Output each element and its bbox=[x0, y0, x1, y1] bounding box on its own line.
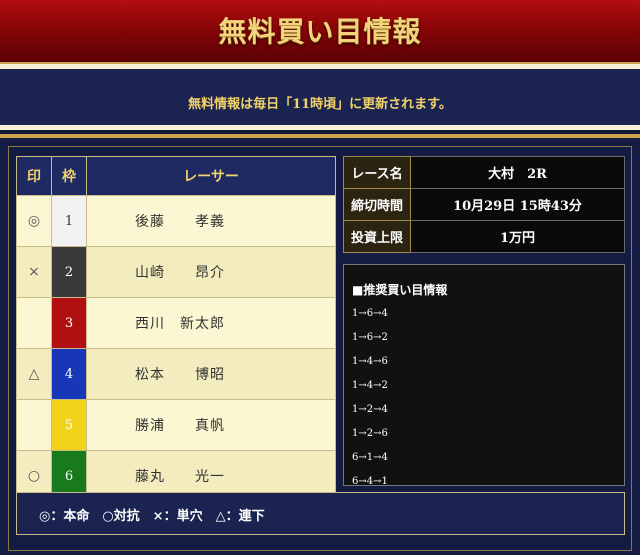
notice-text: 無料情報は毎日「11時頃」に更新されます。 bbox=[188, 97, 452, 112]
racer-row: 3 西川 新太郎 bbox=[16, 297, 336, 349]
page-title: 無料買い目情報 bbox=[218, 15, 422, 48]
bet-combination: 6→1→4 bbox=[352, 452, 388, 463]
investment-limit-label: 投資上限 bbox=[343, 220, 411, 253]
racer-name: 松本 博昭 bbox=[86, 348, 336, 400]
race-info-row: 締切時間 10月29日 15時43分 bbox=[343, 188, 625, 221]
racer-row: ◎ 1 後藤 孝義 bbox=[16, 195, 336, 247]
recommended-bets-box: ■推奨買い目情報 1→6→4 1→6→2 1→4→6 1→4→2 1→2→4 1… bbox=[343, 264, 625, 486]
prediction-mark bbox=[16, 297, 52, 349]
header-banner: 無料買い目情報 bbox=[0, 0, 640, 64]
bet-combination: 1→2→4 bbox=[352, 404, 388, 415]
prediction-mark: × bbox=[16, 246, 52, 298]
mark-legend: ◎：本命 ○対抗 ×：単穴 △：連下 bbox=[16, 492, 625, 535]
race-info-table: レース名 大村 2R 締切時間 10月29日 15時43分 投資上限 1万円 bbox=[343, 156, 625, 253]
deadline-value: 10月29日 15時43分 bbox=[410, 188, 625, 221]
frame-number: 4 bbox=[51, 348, 87, 400]
racer-row: △ 4 松本 博昭 bbox=[16, 348, 336, 400]
bet-combination: 1→2→6 bbox=[352, 428, 388, 439]
frame-number: 2 bbox=[51, 246, 87, 298]
race-info-row: レース名 大村 2R bbox=[343, 156, 625, 189]
update-notice: 無料情報は毎日「11時頃」に更新されます。 bbox=[0, 64, 640, 130]
recommended-bets-title: ■推奨買い目情報 bbox=[352, 283, 448, 297]
race-name-value: 大村 2R bbox=[410, 156, 625, 189]
racer-name: 西川 新太郎 bbox=[86, 297, 336, 349]
racer-row: × 2 山崎 昂介 bbox=[16, 246, 336, 298]
frame-number: 5 bbox=[51, 399, 87, 451]
racer-table: 印 枠 レーサー ◎ 1 後藤 孝義 × 2 山崎 昂介 3 西川 新太郎 △ … bbox=[16, 156, 336, 502]
race-info-row: 投資上限 1万円 bbox=[343, 220, 625, 253]
column-header-mark: 印 bbox=[16, 156, 52, 196]
bet-combination: 1→4→2 bbox=[352, 380, 388, 391]
investment-limit-value: 1万円 bbox=[410, 220, 625, 253]
legend-text: ◎：本命 ○対抗 ×：単穴 △：連下 bbox=[39, 509, 265, 524]
bet-combination: 1→6→2 bbox=[352, 332, 388, 343]
race-name-label: レース名 bbox=[343, 156, 411, 189]
bet-combination: 1→4→6 bbox=[352, 356, 388, 367]
prediction-mark: ◎ bbox=[16, 195, 52, 247]
column-header-racer: レーサー bbox=[86, 156, 336, 196]
frame-number: 1 bbox=[51, 195, 87, 247]
racer-table-header: 印 枠 レーサー bbox=[16, 156, 336, 196]
bet-combination: 1→6→4 bbox=[352, 308, 388, 319]
column-header-frame: 枠 bbox=[51, 156, 87, 196]
prediction-mark: △ bbox=[16, 348, 52, 400]
racer-row: 5 勝浦 真帆 bbox=[16, 399, 336, 451]
prediction-mark bbox=[16, 399, 52, 451]
deadline-label: 締切時間 bbox=[343, 188, 411, 221]
racer-name: 山崎 昂介 bbox=[86, 246, 336, 298]
frame-number: 3 bbox=[51, 297, 87, 349]
racer-name: 後藤 孝義 bbox=[86, 195, 336, 247]
bet-combination: 6→4→1 bbox=[352, 476, 388, 486]
racer-name: 勝浦 真帆 bbox=[86, 399, 336, 451]
